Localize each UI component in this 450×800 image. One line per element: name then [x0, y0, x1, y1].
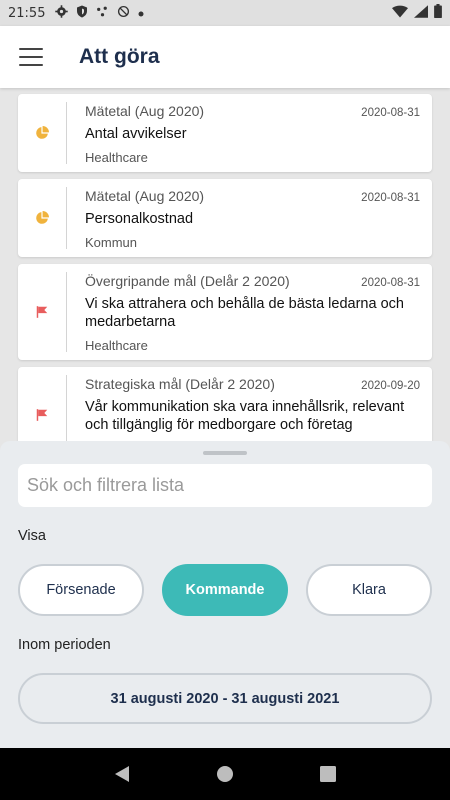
status-right: [392, 4, 442, 22]
task-date: 2020-08-31: [361, 107, 420, 119]
task-category: Strategiska mål (Delår 2 2020): [85, 376, 275, 392]
task-list[interactable]: Mätetal (Aug 2020) 2020-08-31 Antal avvi…: [0, 88, 450, 442]
task-date: 2020-08-31: [361, 192, 420, 204]
pie-chart-icon: [18, 94, 66, 172]
card-divider: [66, 272, 67, 352]
task-date: 2020-09-20: [361, 380, 420, 392]
card-divider: [66, 187, 67, 249]
filter-overdue-button[interactable]: Försenade: [18, 564, 144, 616]
period-label: Inom perioden: [18, 637, 111, 653]
period-select-button[interactable]: 31 augusti 2020 - 31 augusti 2021: [18, 673, 432, 724]
sheet-drag-handle[interactable]: [203, 451, 247, 455]
signal-icon: [414, 4, 428, 22]
recents-icon[interactable]: [313, 759, 343, 789]
task-card[interactable]: Mätetal (Aug 2020) 2020-08-31 Personalko…: [18, 179, 432, 257]
task-org: Healthcare: [85, 338, 148, 353]
task-title: Vår kommunikation ska vara innehållsrik,…: [85, 399, 405, 433]
system-nav-bar: [0, 748, 450, 800]
card-divider: [66, 102, 67, 164]
task-title: Vi ska attrahera och behålla de bästa le…: [85, 296, 404, 330]
task-category: Mätetal (Aug 2020): [85, 188, 205, 204]
status-bar: 21:55: [0, 0, 450, 26]
shield-icon: [76, 5, 88, 21]
status-time: 21:55: [8, 5, 46, 21]
task-category: Mätetal (Aug 2020): [85, 103, 205, 119]
home-icon[interactable]: [210, 759, 240, 789]
task-date: 2020-08-31: [361, 277, 420, 289]
task-card[interactable]: Strategiska mål (Delår 2 2020) 2020-09-2…: [18, 367, 432, 442]
show-label: Visa: [18, 528, 46, 544]
filter-upcoming-button[interactable]: Kommande: [162, 564, 288, 616]
task-category: Övergripande mål (Delår 2 2020): [85, 273, 290, 289]
battery-icon: [434, 4, 442, 22]
task-title: Antal avvikelser: [85, 126, 187, 142]
hamburger-menu-icon[interactable]: [19, 48, 43, 66]
no-sync-icon: [117, 5, 130, 21]
pie-chart-icon: [18, 179, 66, 257]
wifi-icon: [392, 5, 408, 22]
gear-icon: [55, 5, 69, 21]
flag-icon: [18, 264, 66, 360]
task-title: Personalkostnad: [85, 211, 194, 227]
task-org: Kommun: [85, 235, 138, 250]
filter-sheet: Visa Försenade Kommande Klara Inom perio…: [0, 441, 450, 748]
dot-icon: [138, 6, 144, 20]
task-org: Healthcare: [85, 150, 148, 165]
flag-icon: [18, 367, 66, 442]
search-input[interactable]: [18, 464, 432, 507]
page-title: Att göra: [79, 45, 160, 68]
task-card[interactable]: Mätetal (Aug 2020) 2020-08-31 Antal avvi…: [18, 94, 432, 172]
back-icon[interactable]: [107, 759, 137, 789]
app-bar: Att göra: [0, 26, 450, 88]
filter-done-button[interactable]: Klara: [306, 564, 432, 616]
card-divider: [66, 375, 67, 442]
task-card[interactable]: Övergripande mål (Delår 2 2020) 2020-08-…: [18, 264, 432, 360]
dots-icon: [96, 5, 109, 21]
